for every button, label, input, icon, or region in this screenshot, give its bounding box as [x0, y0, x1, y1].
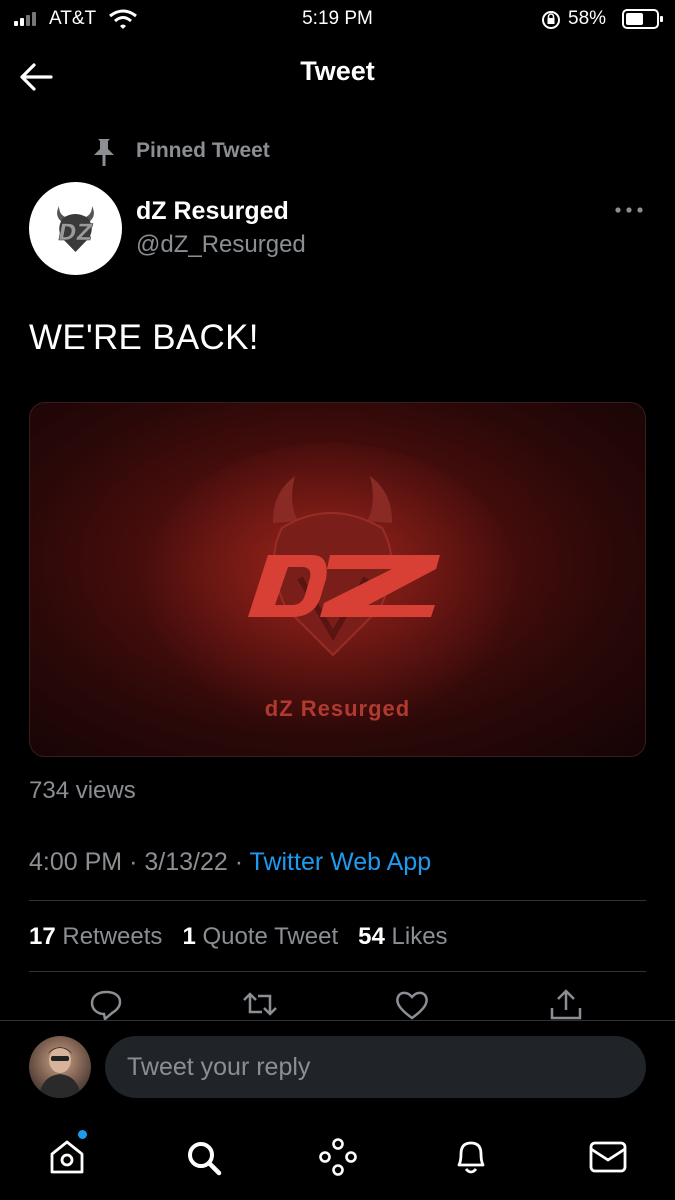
- share-icon[interactable]: [548, 988, 584, 1020]
- home-icon[interactable]: [48, 1138, 86, 1176]
- pinned-tweet-label: Pinned Tweet: [136, 139, 270, 162]
- tweet-date: 3/13/22: [144, 848, 228, 876]
- tweet-time: 4:00 PM: [29, 848, 123, 876]
- author-name[interactable]: dZ Resurged: [136, 197, 289, 226]
- author-avatar[interactable]: DZ: [29, 182, 122, 275]
- reply-icon[interactable]: [88, 988, 124, 1020]
- page-title: Tweet: [300, 56, 375, 86]
- bottom-tab-bar: [0, 1120, 675, 1200]
- retweets-stat[interactable]: 17 Retweets: [29, 923, 162, 950]
- divider: [29, 971, 646, 972]
- more-icon[interactable]: [612, 200, 646, 220]
- reply-input[interactable]: Tweet your reply: [105, 1036, 646, 1098]
- meta-separator: ·: [129, 848, 138, 876]
- quotes-stat[interactable]: 1 Quote Tweet: [182, 923, 338, 950]
- author-handle[interactable]: @dZ_Resurged: [136, 231, 306, 259]
- tweet-source-link[interactable]: Twitter Web App: [250, 848, 432, 876]
- search-icon[interactable]: [184, 1138, 224, 1178]
- rotation-lock-icon: [542, 11, 560, 29]
- media-caption: dZ Resurged: [264, 696, 411, 721]
- like-icon[interactable]: [394, 988, 430, 1020]
- notification-dot: [78, 1130, 87, 1139]
- tweet-media[interactable]: dZ Resurged: [29, 402, 646, 757]
- battery-icon: [622, 9, 663, 29]
- meta-separator: ·: [234, 848, 244, 876]
- battery-percent: 58%: [568, 8, 607, 29]
- spaces-icon[interactable]: [317, 1136, 359, 1178]
- messages-icon[interactable]: [588, 1140, 628, 1174]
- dz-logo-icon: DZ: [57, 206, 94, 252]
- user-avatar[interactable]: [29, 1036, 91, 1098]
- user-photo: [39, 1047, 81, 1098]
- tweet-meta: 4:00 PM · 3/13/22 · Twitter Web App: [29, 848, 431, 877]
- likes-stat[interactable]: 54 Likes: [358, 923, 447, 950]
- notifications-icon[interactable]: [452, 1137, 490, 1177]
- view-count: 734 views: [29, 777, 136, 804]
- divider: [29, 900, 646, 901]
- status-bar: AT&T 5:19 PM 58%: [0, 0, 675, 40]
- tweet-text: WE'RE BACK!: [29, 318, 259, 357]
- svg-text:DZ: DZ: [58, 221, 93, 246]
- retweet-icon[interactable]: [240, 988, 280, 1020]
- engagement-stats: 17 Retweets 1 Quote Tweet 54 Likes: [29, 923, 448, 951]
- pin-icon: [94, 139, 114, 166]
- tweet-actions: [0, 988, 675, 1020]
